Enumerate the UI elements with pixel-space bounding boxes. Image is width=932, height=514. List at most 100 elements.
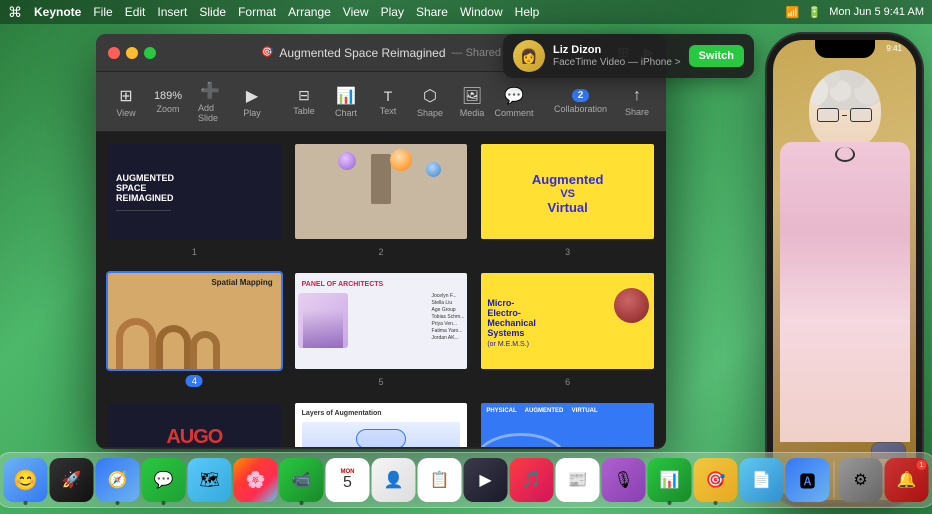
- media-icon: 🖼: [462, 86, 482, 106]
- dock-item-calendar[interactable]: MON 5: [326, 458, 370, 502]
- toolbar-media[interactable]: 🖼 Media: [452, 82, 492, 122]
- reminders-icon: 📋: [430, 470, 450, 490]
- menu-view[interactable]: View: [343, 5, 369, 19]
- contacts-icon: 👤: [384, 470, 404, 490]
- arch-left: [116, 318, 156, 370]
- dock-item-numbers[interactable]: 📊: [648, 458, 692, 502]
- arch-mid: [156, 325, 191, 370]
- photos-icon: 🌸: [246, 470, 266, 490]
- menu-file[interactable]: File: [93, 5, 112, 19]
- toolbar-chart[interactable]: 📊 Chart: [326, 82, 366, 122]
- dock-item-appletv[interactable]: ▶: [464, 458, 508, 502]
- keynote-indicator: [714, 501, 718, 505]
- slide-number-5: 5: [378, 377, 383, 387]
- fullscreen-button[interactable]: [144, 47, 156, 59]
- slide-thumb-2[interactable]: [293, 142, 470, 241]
- menu-window[interactable]: Window: [460, 5, 503, 19]
- app-name[interactable]: Keynote: [34, 5, 81, 19]
- toolbar-zoom[interactable]: 189% Zoom: [148, 86, 188, 118]
- messages-indicator: [162, 501, 166, 505]
- iphone-device: 9:41: [767, 34, 922, 506]
- slide-3-subtitle: Virtual: [548, 200, 588, 216]
- menu-help[interactable]: Help: [515, 5, 540, 19]
- dock: 😊 🚀 🧭 💬 🗺 🌸 📹 MON 5 👤 📋 ▶ 🎵 📰: [0, 452, 932, 508]
- dock-item-messages[interactable]: 💬: [142, 458, 186, 502]
- dock-item-appstore[interactable]: 🅰: [786, 458, 830, 502]
- person-necklace: [835, 147, 855, 162]
- dock-item-syspreferences[interactable]: ⚙: [839, 458, 883, 502]
- dock-item-news[interactable]: 📰: [556, 458, 600, 502]
- slide-2-sphere-purple: [338, 152, 356, 170]
- appstore-icon: 🅰: [799, 468, 815, 492]
- dock-item-launchpad[interactable]: 🚀: [50, 458, 94, 502]
- dock-item-contacts[interactable]: 👤: [372, 458, 416, 502]
- apple-menu[interactable]: ⌘: [8, 4, 22, 21]
- person-glasses: [817, 108, 873, 122]
- dock-item-finder[interactable]: 😊: [4, 458, 48, 502]
- menu-play[interactable]: Play: [381, 5, 404, 19]
- facetime-indicator: [300, 501, 304, 505]
- slide-thumb-6[interactable]: Micro-Electro-MechanicalSystems (or M.E.…: [479, 271, 656, 370]
- dock-item-photos[interactable]: 🌸: [234, 458, 278, 502]
- dock-item-maps[interactable]: 🗺: [188, 458, 232, 502]
- dock-item-keynote[interactable]: 🎯: [694, 458, 738, 502]
- menu-bar-right: 📶 🔋 Mon Jun 5 9:41 AM: [786, 6, 924, 19]
- menu-share[interactable]: Share: [416, 5, 448, 19]
- appletv-icon: ▶: [479, 470, 491, 490]
- dock-item-music[interactable]: 🎵: [510, 458, 554, 502]
- collab-count-badge: 2: [572, 89, 590, 102]
- slide-thumb-8[interactable]: Layers of Augmentation: [293, 401, 470, 447]
- notification-badge: 1: [917, 460, 927, 470]
- slide-1-title: AUGMENTEDSPACEREIMAGINED: [116, 174, 273, 204]
- toolbar-collaboration[interactable]: 2 Collaboration: [546, 85, 615, 118]
- dock-item-pages[interactable]: 📄: [740, 458, 784, 502]
- slide-grid: AUGMENTEDSPACEREIMAGINED ——————————— 1: [106, 142, 656, 447]
- calendar-icon: MON 5: [341, 469, 355, 491]
- slide-thumb-5[interactable]: PANEL OF ARCHITECTS Jocelyn F...Stella L…: [293, 271, 470, 370]
- toolbar-view[interactable]: ⊞ View: [106, 82, 146, 122]
- slide-thumb-4[interactable]: Spatial Mapping: [106, 271, 283, 370]
- dock-item-podcasts[interactable]: 🎙: [602, 458, 646, 502]
- menu-format[interactable]: Format: [238, 5, 276, 19]
- slide-number-3: 3: [565, 247, 570, 257]
- slide-3-title: Augmented: [532, 172, 604, 188]
- toolbar-text[interactable]: T Text: [368, 84, 408, 120]
- slide-thumb-1[interactable]: AUGMENTEDSPACEREIMAGINED ———————————: [106, 142, 283, 241]
- person-head-container: [809, 70, 881, 142]
- slide-4-title: Spatial Mapping: [211, 278, 272, 287]
- dock-item-reminders[interactable]: 📋: [418, 458, 462, 502]
- toolbar-comment[interactable]: 💬 Comment: [494, 82, 534, 122]
- toolbar-table[interactable]: ⊟ Table: [284, 83, 324, 120]
- slide-thumb-7[interactable]: AUGO: [106, 401, 283, 447]
- notification-icon: 🔔: [897, 470, 917, 490]
- toolbar-shape[interactable]: ⬡ Shape: [410, 82, 450, 122]
- menu-bar-left: ⌘ Keynote File Edit Insert Slide Format …: [8, 4, 539, 21]
- toolbar-share[interactable]: ↑ Share: [617, 83, 657, 121]
- toolbar-play[interactable]: ▶ Play: [232, 82, 272, 122]
- syspreferences-icon: ⚙: [853, 470, 867, 490]
- facetime-switch-button[interactable]: Switch: [689, 45, 744, 67]
- slide-number-1: 1: [192, 247, 197, 257]
- slide-wrapper-7: AUGO 7: [106, 401, 283, 447]
- menu-arrange[interactable]: Arrange: [288, 5, 331, 19]
- shared-badge: — Shared: [452, 47, 502, 59]
- slide-wrapper-8: Layers of Augmentation 8: [293, 401, 470, 447]
- slide-wrapper-1: AUGMENTEDSPACEREIMAGINED ——————————— 1: [106, 142, 283, 241]
- person-face: [809, 70, 881, 150]
- toolbar-add-slide[interactable]: ➕ Add Slide: [190, 77, 230, 127]
- news-icon: 📰: [568, 470, 588, 490]
- menu-edit[interactable]: Edit: [125, 5, 146, 19]
- dock-item-notification[interactable]: 🔔 1: [885, 458, 929, 502]
- menu-slide[interactable]: Slide: [199, 5, 226, 19]
- numbers-icon: 📊: [660, 470, 680, 490]
- dock-item-facetime[interactable]: 📹: [280, 458, 324, 502]
- slide-thumb-9[interactable]: PHYSICAL AUGMENTED VIRTUAL: [479, 401, 656, 447]
- slide-number-2: 2: [378, 247, 383, 257]
- minimize-button[interactable]: [126, 47, 138, 59]
- slide-thumb-3[interactable]: Augmented VS Virtual: [479, 142, 656, 241]
- menu-insert[interactable]: Insert: [157, 5, 187, 19]
- maps-icon: 🗺: [199, 470, 219, 490]
- dock-item-safari[interactable]: 🧭: [96, 458, 140, 502]
- close-button[interactable]: [108, 47, 120, 59]
- iphone-screen: 9:41: [773, 40, 916, 500]
